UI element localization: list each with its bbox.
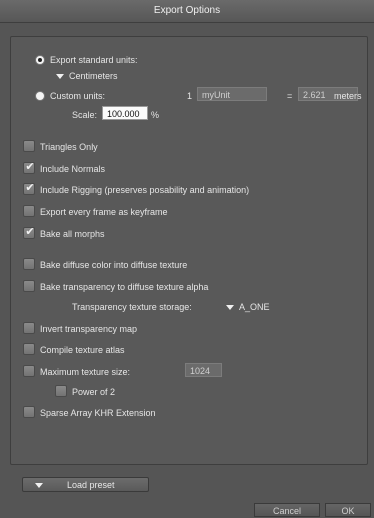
check-icon: ✔ xyxy=(25,182,35,194)
bake-diffuse-label: Bake diffuse color into diffuse texture xyxy=(40,260,188,270)
bake-morphs-label: Bake all morphs xyxy=(40,229,105,239)
window-title: Export Options xyxy=(0,0,374,23)
max-texture-size-checkbox[interactable] xyxy=(23,365,35,377)
triangles-only-label: Triangles Only xyxy=(40,142,98,152)
sparse-array-label: Sparse Array KHR Extension xyxy=(40,408,156,418)
export-keyframe-checkbox[interactable] xyxy=(23,205,35,217)
scale-unit: % xyxy=(151,110,160,120)
include-rigging-checkbox[interactable]: ✔ xyxy=(23,182,35,195)
check-icon: ✔ xyxy=(25,161,35,173)
standard-units-label: Export standard units: xyxy=(50,55,138,65)
meters-label: meters xyxy=(334,91,362,101)
invert-transparency-checkbox[interactable] xyxy=(23,322,35,334)
sparse-array-checkbox[interactable] xyxy=(23,406,35,418)
scale-label: Scale: xyxy=(72,110,98,120)
transparency-storage-dropdown[interactable]: A_ONE xyxy=(226,300,270,314)
invert-transparency-label: Invert transparency map xyxy=(40,324,138,334)
unit-dropdown-value: Centimeters xyxy=(69,71,118,81)
cancel-button[interactable]: Cancel xyxy=(254,503,320,517)
compile-atlas-label: Compile texture atlas xyxy=(40,345,125,355)
triangles-only-checkbox[interactable] xyxy=(23,140,35,152)
transparency-storage-label: Transparency texture storage: xyxy=(72,302,192,312)
equals-sign: = xyxy=(287,91,293,101)
triangle-down-icon xyxy=(56,74,64,80)
include-normals-checkbox[interactable]: ✔ xyxy=(23,161,35,174)
standard-units-radio[interactable] xyxy=(35,55,45,65)
bake-diffuse-checkbox[interactable] xyxy=(23,258,35,270)
bake-transparency-checkbox[interactable] xyxy=(23,280,35,292)
compile-atlas-checkbox[interactable] xyxy=(23,343,35,355)
max-texture-size-field[interactable]: 1024 xyxy=(185,363,222,377)
include-rigging-label: Include Rigging (preserves posability an… xyxy=(40,185,250,195)
check-icon: ✔ xyxy=(25,226,35,238)
custom-unit-name-field[interactable]: myUnit xyxy=(197,87,267,101)
custom-unit-count: 1 xyxy=(187,91,193,101)
load-preset-button[interactable]: Load preset xyxy=(22,477,149,492)
scale-field[interactable]: 100.000 xyxy=(102,106,148,120)
triangle-down-icon xyxy=(35,483,43,488)
load-preset-label: Load preset xyxy=(67,480,115,490)
custom-units-radio[interactable] xyxy=(35,91,45,101)
export-keyframe-label: Export every frame as keyframe xyxy=(40,207,168,217)
bake-transparency-label: Bake transparency to diffuse texture alp… xyxy=(40,282,209,292)
include-normals-label: Include Normals xyxy=(40,164,106,174)
triangle-down-icon xyxy=(226,305,234,311)
bake-morphs-checkbox[interactable]: ✔ xyxy=(23,226,35,239)
power-of-2-checkbox[interactable] xyxy=(55,385,67,397)
radio-dot xyxy=(38,58,42,62)
custom-units-label: Custom units: xyxy=(50,91,106,101)
ok-button[interactable]: OK xyxy=(325,503,371,517)
power-of-2-label: Power of 2 xyxy=(72,387,116,397)
max-texture-size-label: Maximum texture size: xyxy=(40,367,131,377)
unit-dropdown[interactable]: Centimeters xyxy=(56,69,118,83)
transparency-storage-value: A_ONE xyxy=(239,302,270,312)
